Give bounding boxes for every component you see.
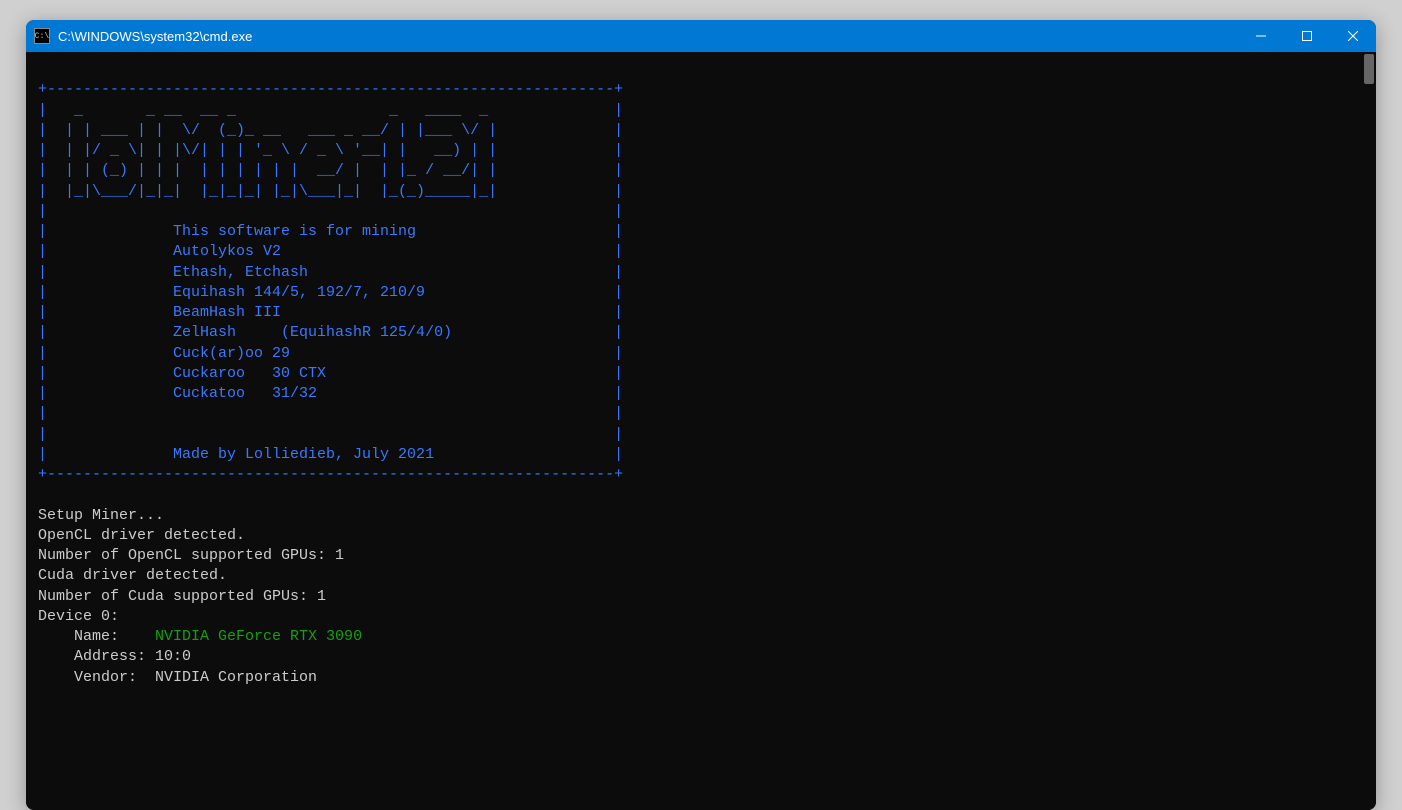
terminal-window: C:\ C:\WINDOWS\system32\cmd.exe +: [26, 20, 1376, 810]
banner-border-bottom: +---------------------------------------…: [38, 466, 623, 483]
banner-info: | ZelHash (EquihashR 125/4/0) |: [38, 324, 623, 341]
banner-empty: | |: [38, 426, 623, 443]
banner-info: | Ethash, Etchash |: [38, 264, 623, 281]
cuda-detected-line: Cuda driver detected.: [38, 567, 227, 584]
minimize-button[interactable]: [1238, 20, 1284, 52]
banner-info: | BeamHash III |: [38, 304, 623, 321]
maximize-button[interactable]: [1284, 20, 1330, 52]
ascii-art-line: | _ _ __ __ _ _ ____ _ |: [38, 102, 623, 119]
ascii-art-line: | | |/ _ \| | |\/| | | '_ \ / _ \ '__| |…: [38, 142, 623, 159]
banner-empty: | |: [38, 405, 623, 422]
titlebar[interactable]: C:\ C:\WINDOWS\system32\cmd.exe: [26, 20, 1376, 52]
close-button[interactable]: [1330, 20, 1376, 52]
window-controls: [1238, 20, 1376, 52]
close-icon: [1348, 31, 1358, 41]
maximize-icon: [1302, 31, 1312, 41]
banner-credits: | Made by Lolliedieb, July 2021 |: [38, 446, 623, 463]
device-header-line: Device 0:: [38, 608, 119, 625]
cmd-icon: C:\: [34, 28, 50, 44]
window-title: C:\WINDOWS\system32\cmd.exe: [58, 29, 252, 44]
banner-info: | This software is for mining |: [38, 223, 623, 240]
banner-info: | Autolykos V2 |: [38, 243, 623, 260]
scrollbar-thumb[interactable]: [1364, 54, 1374, 84]
opencl-gpus-line: Number of OpenCL supported GPUs: 1: [38, 547, 344, 564]
minimize-icon: [1256, 31, 1266, 41]
scrollbar[interactable]: [1360, 52, 1376, 810]
ascii-art-line: | | | ___ | | \/ (_)_ __ ___ _ __/ | |__…: [38, 122, 623, 139]
ascii-art-line: | | | (_) | | | | | | | | | __/ | | |_ /…: [38, 162, 623, 179]
terminal-output[interactable]: +---------------------------------------…: [26, 52, 1376, 810]
banner-info: | Equihash 144/5, 192/7, 210/9 |: [38, 284, 623, 301]
device-name-value: NVIDIA GeForce RTX 3090: [155, 628, 362, 645]
banner-empty: | |: [38, 203, 623, 220]
titlebar-left: C:\ C:\WINDOWS\system32\cmd.exe: [34, 28, 252, 44]
opencl-detected-line: OpenCL driver detected.: [38, 527, 245, 544]
device-address-line: Address: 10:0: [38, 648, 191, 665]
device-vendor-line: Vendor: NVIDIA Corporation: [38, 669, 317, 686]
cuda-gpus-line: Number of Cuda supported GPUs: 1: [38, 588, 326, 605]
banner-info: | Cuckaroo 30 CTX |: [38, 365, 623, 382]
ascii-art-line: | |_|\___/|_|_| |_|_|_| |_|\___|_| |_(_)…: [38, 183, 623, 200]
banner-info: | Cuckatoo 31/32 |: [38, 385, 623, 402]
banner-info: | Cuck(ar)oo 29 |: [38, 345, 623, 362]
setup-line: Setup Miner...: [38, 507, 164, 524]
device-name-label: Name:: [38, 628, 155, 645]
banner-border-top: +---------------------------------------…: [38, 81, 623, 98]
